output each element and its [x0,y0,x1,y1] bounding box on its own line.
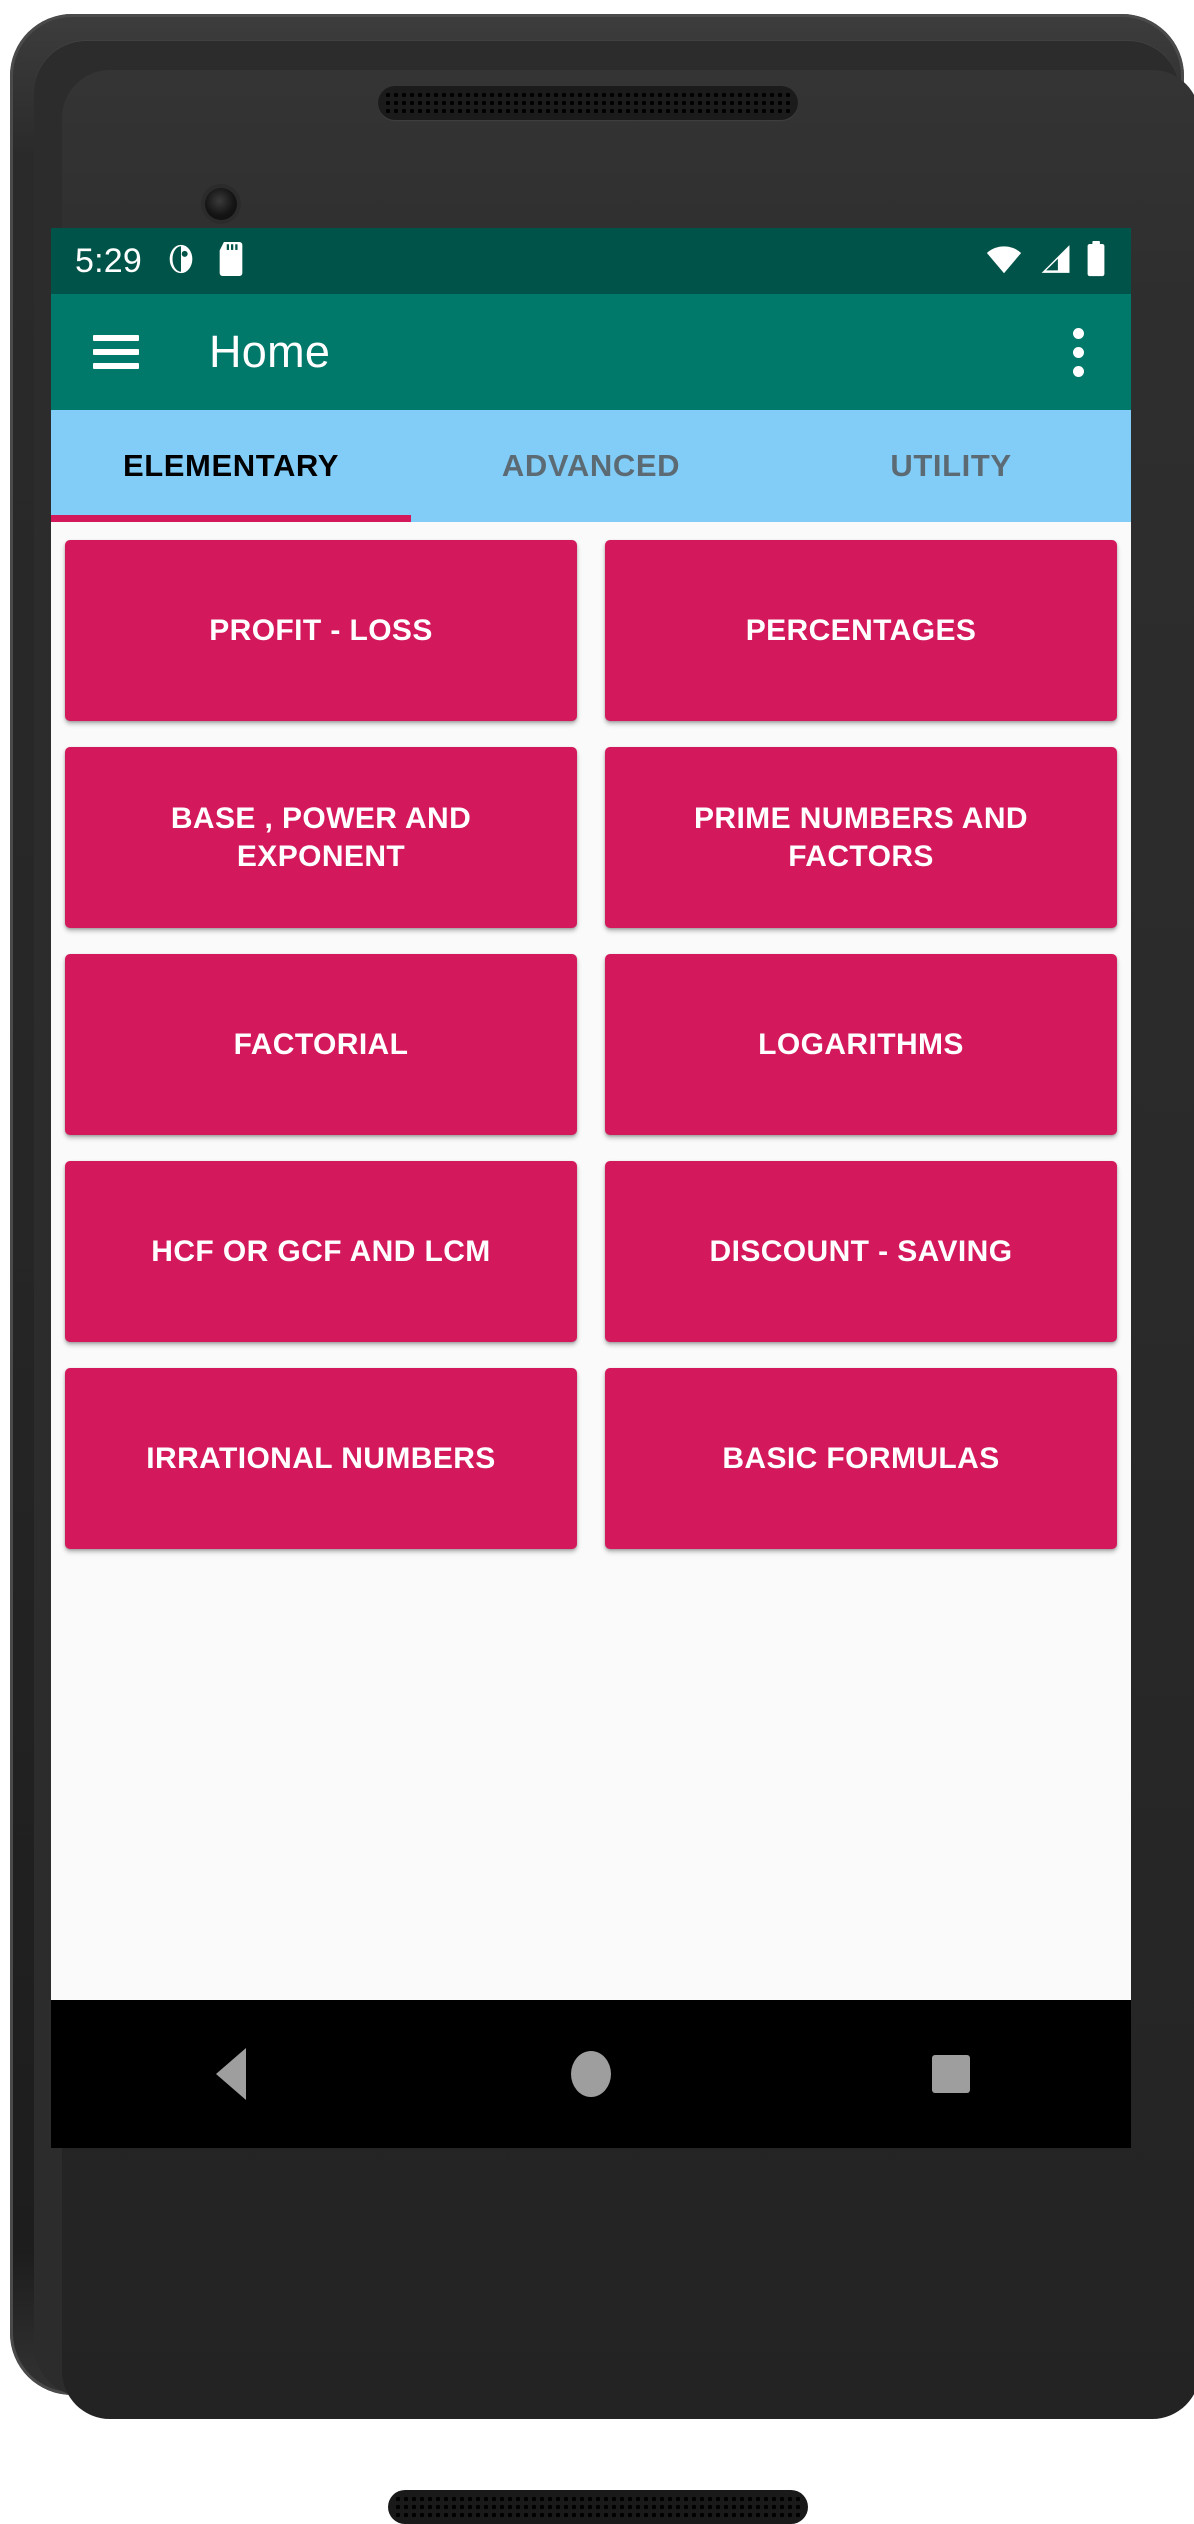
wifi-icon [985,243,1023,280]
tab-label: ADVANCED [501,448,681,483]
app-bar: Home [51,294,1131,410]
topic-card-irrational-numbers[interactable]: IRRATIONAL NUMBERS [65,1368,577,1549]
topic-card-logarithms[interactable]: LOGARITHMS [605,954,1117,1135]
recents-square-icon [932,2055,970,2093]
earpiece-speaker-icon [378,86,798,120]
phone-screen: 5:29 Home ELEMENTARY ADVANCED UTILITY PR… [51,228,1131,2148]
tab-advanced[interactable]: ADVANCED [411,410,771,522]
tab-bar: ELEMENTARY ADVANCED UTILITY [51,410,1131,522]
sd-card-icon [216,241,246,281]
front-camera-icon [205,188,237,220]
tab-active-indicator [51,515,411,522]
topic-card-hcf-gcf-lcm[interactable]: HCF OR GCF AND LCM [65,1161,577,1342]
nav-recents-button[interactable] [876,2000,1026,2148]
bottom-speaker-icon [388,2490,808,2524]
android-navigation-bar [51,2000,1131,2148]
nav-home-button[interactable] [516,2000,666,2148]
topic-card-basic-formulas[interactable]: BASIC FORMULAS [605,1368,1117,1549]
status-right-icons [985,240,1107,282]
nav-back-button[interactable] [156,2000,306,2148]
cellular-signal-icon [1037,243,1071,280]
tab-label: UTILITY [890,448,1012,483]
topic-grid: PROFIT - LOSS PERCENTAGES BASE , POWER A… [65,540,1117,1549]
topic-grid-container: PROFIT - LOSS PERCENTAGES BASE , POWER A… [51,522,1131,2000]
topic-card-factorial[interactable]: FACTORIAL [65,954,577,1135]
back-triangle-icon [216,2048,246,2100]
topic-card-base-power-exponent[interactable]: BASE , POWER AND EXPONENT [65,747,577,928]
tab-utility[interactable]: UTILITY [771,410,1131,522]
topic-card-profit-loss[interactable]: PROFIT - LOSS [65,540,577,721]
status-clock: 5:29 [75,241,142,280]
topic-card-discount-saving[interactable]: DISCOUNT - SAVING [605,1161,1117,1342]
app-notification-icon [164,242,198,281]
topic-card-percentages[interactable]: PERCENTAGES [605,540,1117,721]
overflow-menu-icon[interactable] [1051,322,1105,382]
battery-icon [1085,240,1107,282]
status-bar: 5:29 [51,228,1131,294]
topic-card-prime-numbers-factors[interactable]: PRIME NUMBERS AND FACTORS [605,747,1117,928]
hamburger-menu-icon[interactable] [93,335,139,369]
home-circle-icon [571,2051,611,2097]
page-title: Home [209,326,331,377]
status-left-icons [164,241,246,281]
tab-label: ELEMENTARY [122,448,340,483]
device-frame: 5:29 Home ELEMENTARY ADVANCED UTILITY PR… [0,0,1194,2524]
tab-elementary[interactable]: ELEMENTARY [51,410,411,522]
